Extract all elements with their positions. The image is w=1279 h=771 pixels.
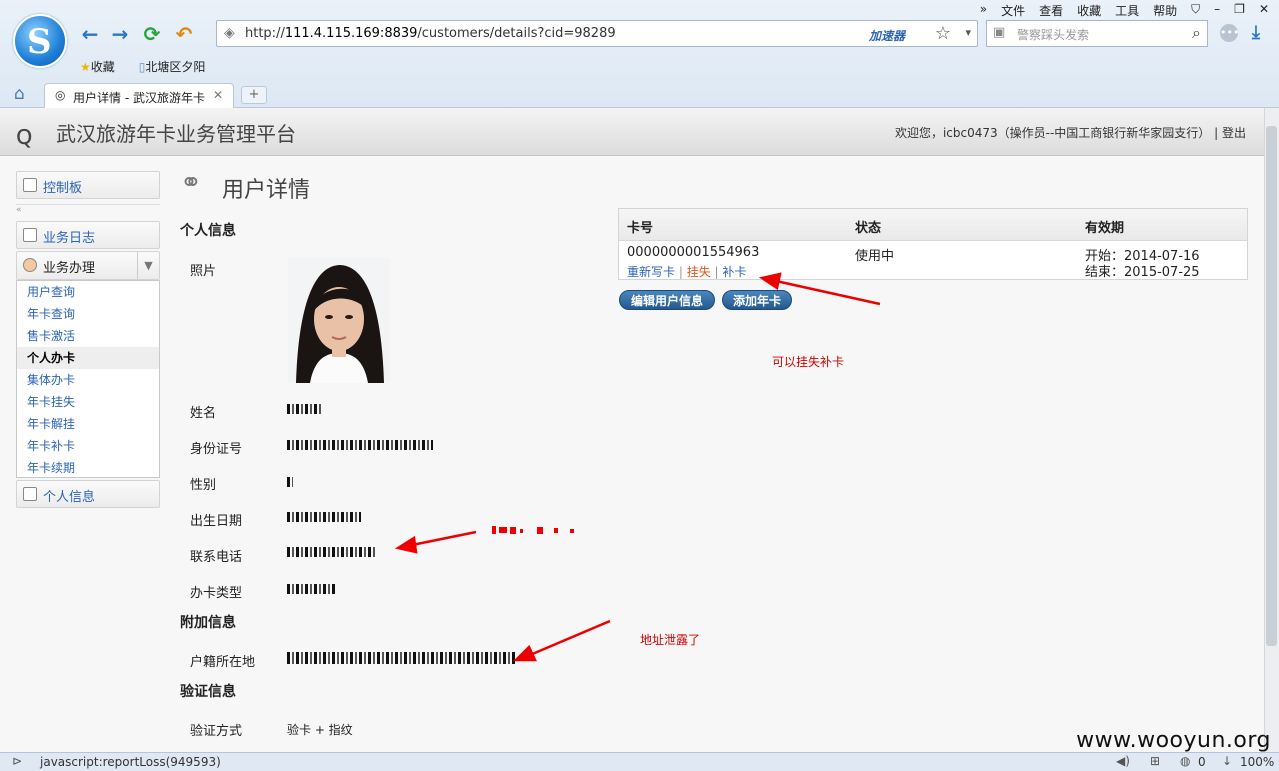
- download-status-icon[interactable]: ↓: [1222, 754, 1232, 768]
- annotation-address-leak: 地址泄露了: [640, 633, 701, 647]
- watermark: www.wooyun.org: [1076, 728, 1271, 753]
- status-text: javascript:reportLoss(949593): [40, 755, 221, 769]
- block-count: 0: [1198, 755, 1206, 769]
- toolbox-icon[interactable]: ⊞: [1150, 754, 1160, 768]
- ad-block-icon[interactable]: ◍: [1180, 754, 1190, 768]
- sidebar-toggle-icon[interactable]: ⊳: [12, 754, 22, 768]
- zoom-level[interactable]: 100%: [1240, 755, 1274, 769]
- annotation-arrows: [394, 272, 881, 662]
- status-bar: ⊳ javascript:reportLoss(949593) ◀) ⊞ ◍ 0…: [0, 752, 1279, 771]
- annotation-reissue: 可以挂失补卡: [772, 355, 845, 369]
- volume-icon[interactable]: ◀): [1116, 754, 1130, 768]
